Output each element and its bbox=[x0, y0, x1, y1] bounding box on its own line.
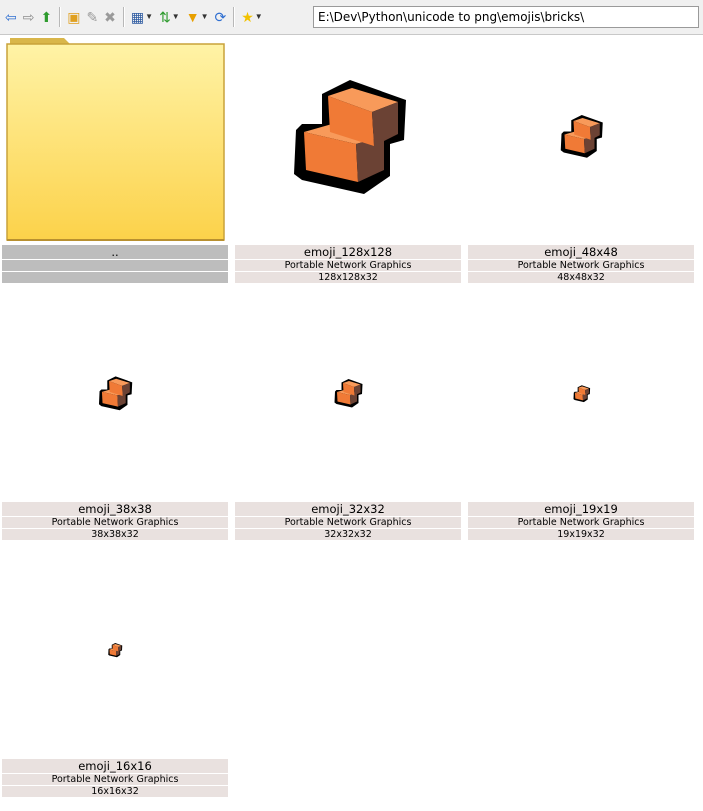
rename-icon: ✎ bbox=[86, 9, 99, 25]
file-name: .. bbox=[2, 245, 228, 260]
file-dimensions: 19x19x32 bbox=[468, 529, 694, 541]
file-dimensions: 32x32x32 bbox=[235, 529, 461, 541]
thumbnail bbox=[2, 36, 228, 244]
refresh-button[interactable]: ⟳ bbox=[213, 5, 229, 29]
bricks-icon bbox=[98, 376, 133, 411]
file-type: Portable Network Graphics bbox=[468, 517, 694, 529]
new-folder-icon: ▣ bbox=[67, 9, 81, 25]
favorites-star-icon: ★ bbox=[241, 9, 254, 25]
chevron-down-icon: ▼ bbox=[171, 12, 180, 21]
thumbnail bbox=[468, 293, 694, 501]
bricks-icon bbox=[573, 385, 591, 403]
folder-icon bbox=[6, 38, 225, 241]
file-caption: emoji_38x38 Portable Network Graphics 38x3… bbox=[2, 502, 228, 541]
chevron-down-icon: ▼ bbox=[200, 12, 209, 21]
thumbnail bbox=[468, 36, 694, 244]
file-type: Portable Network Graphics bbox=[2, 774, 228, 786]
file-caption: emoji_16x16 Portable Network Graphics 16x1… bbox=[2, 759, 228, 798]
bricks-icon bbox=[108, 643, 123, 658]
thumbnail bbox=[2, 550, 228, 758]
bricks-icon bbox=[560, 115, 603, 158]
new-folder-button[interactable]: ▣ bbox=[65, 5, 82, 29]
file-type bbox=[2, 260, 228, 272]
file-tile[interactable]: emoji_19x19 Portable Network Graphics 19x1… bbox=[468, 293, 694, 542]
file-caption: emoji_19x19 Portable Network Graphics 19x1… bbox=[468, 502, 694, 541]
back-arrow-icon: ⇦ bbox=[5, 9, 17, 25]
back-arrow-button[interactable]: ⇦ bbox=[3, 5, 19, 29]
chevron-down-icon: ▼ bbox=[254, 12, 263, 21]
toolbar-buttons: ⇦ ⇨ ⬆ ▣ ✎ ✖ ▦ ▼ ⇅ ▼ ▼ ▼ ⟳ ★ ▼ bbox=[0, 5, 266, 29]
file-dimensions: 16x16x32 bbox=[2, 786, 228, 798]
file-name: emoji_19x19 bbox=[468, 502, 694, 517]
thumbnail bbox=[235, 293, 461, 501]
file-tile[interactable]: emoji_38x38 Portable Network Graphics 38x3… bbox=[2, 293, 228, 542]
toolbar: ⇦ ⇨ ⬆ ▣ ✎ ✖ ▦ ▼ ⇅ ▼ ▼ ▼ ⟳ ★ ▼ E:\Dev\Python\unicode to… bbox=[0, 0, 703, 35]
file-dimensions: 38x38x32 bbox=[2, 529, 228, 541]
file-caption: emoji_128x128 Portable Network Graphics 12… bbox=[235, 245, 461, 284]
forward-arrow-icon: ⇨ bbox=[22, 9, 35, 25]
bricks-icon bbox=[334, 379, 363, 408]
file-tile[interactable]: emoji_16x16 Portable Network Graphics 16x1… bbox=[2, 550, 228, 799]
thumbnail bbox=[235, 36, 461, 244]
file-tile[interactable]: emoji_128x128 Portable Network Graphics 12… bbox=[235, 36, 461, 285]
file-tile[interactable]: emoji_32x32 Portable Network Graphics 32x3… bbox=[235, 293, 461, 542]
toolbar-separator bbox=[59, 7, 61, 27]
file-dimensions: 48x48x32 bbox=[468, 272, 694, 284]
sort-button[interactable]: ⇅ ▼ bbox=[157, 5, 182, 29]
file-name: emoji_128x128 bbox=[235, 245, 461, 260]
file-caption: emoji_32x32 Portable Network Graphics 32x3… bbox=[235, 502, 461, 541]
file-name: emoji_32x32 bbox=[235, 502, 461, 517]
file-type: Portable Network Graphics bbox=[235, 260, 461, 272]
file-caption: .. bbox=[2, 245, 228, 284]
view-mode-icon: ▦ bbox=[130, 9, 145, 25]
sort-icon: ⇅ bbox=[159, 9, 171, 25]
file-name: emoji_16x16 bbox=[2, 759, 228, 774]
file-caption: emoji_48x48 Portable Network Graphics 48x4… bbox=[468, 245, 694, 284]
parent-folder-tile[interactable]: .. bbox=[2, 36, 228, 285]
address-bar[interactable]: E:\Dev\Python\unicode to png\emojis\bric… bbox=[313, 6, 699, 28]
file-tile[interactable]: emoji_48x48 Portable Network Graphics 48x4… bbox=[468, 36, 694, 285]
file-type: Portable Network Graphics bbox=[235, 517, 461, 529]
bricks-icon bbox=[294, 80, 406, 194]
view-mode-button[interactable]: ▦ ▼ bbox=[129, 5, 155, 29]
file-type: Portable Network Graphics bbox=[2, 517, 228, 529]
toolbar-separator bbox=[122, 7, 124, 27]
chevron-down-icon: ▼ bbox=[145, 12, 154, 21]
thumbnail bbox=[2, 293, 228, 501]
up-folder-button[interactable]: ⬆ bbox=[38, 5, 54, 29]
filter-icon: ▼ bbox=[185, 9, 200, 25]
favorites-star-button[interactable]: ★ ▼ bbox=[239, 5, 264, 29]
file-name: emoji_48x48 bbox=[468, 245, 694, 260]
file-dimensions bbox=[2, 272, 228, 284]
delete-icon: ✖ bbox=[104, 9, 116, 25]
file-name: emoji_38x38 bbox=[2, 502, 228, 517]
toolbar-separator bbox=[233, 7, 235, 27]
rename-button[interactable]: ✎ bbox=[84, 5, 100, 29]
refresh-icon: ⟳ bbox=[214, 9, 227, 25]
up-folder-icon: ⬆ bbox=[40, 9, 53, 25]
forward-arrow-button[interactable]: ⇨ bbox=[21, 5, 37, 29]
file-type: Portable Network Graphics bbox=[468, 260, 694, 272]
filter-button[interactable]: ▼ ▼ bbox=[184, 5, 211, 29]
file-dimensions: 128x128x32 bbox=[235, 272, 461, 284]
thumbnail-grid: .. emoji_128x128 Portable Network Graphics… bbox=[0, 36, 703, 811]
delete-button[interactable]: ✖ bbox=[102, 5, 118, 29]
